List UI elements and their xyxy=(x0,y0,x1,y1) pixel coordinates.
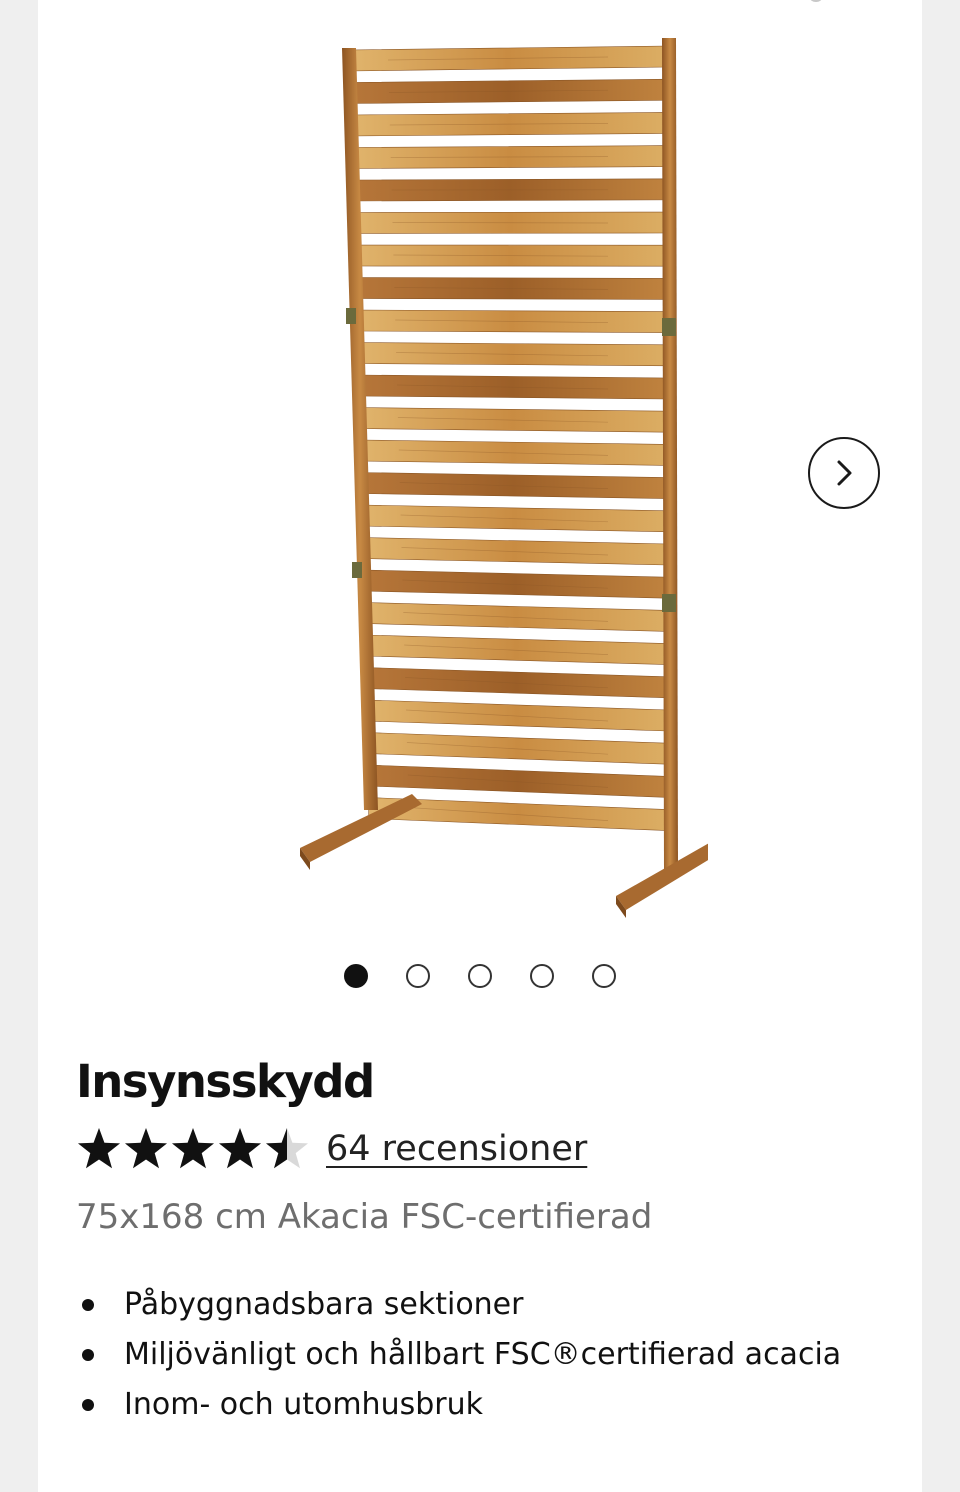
gallery-pagination xyxy=(38,964,922,990)
product-image xyxy=(300,38,708,918)
feature-list: Påbyggnadsbara sektioner Miljövänligt och… xyxy=(76,1280,896,1430)
pagination-dot[interactable] xyxy=(344,964,368,988)
screen-slats xyxy=(347,45,669,831)
wood-slat xyxy=(366,732,669,765)
pagination-dot[interactable] xyxy=(592,964,616,988)
pagination-dot[interactable] xyxy=(468,964,492,988)
star-icon xyxy=(219,1128,261,1169)
wood-slat xyxy=(361,537,669,566)
product-title: Insynsskydd xyxy=(76,1055,375,1108)
rating-row: 64 recensioner xyxy=(76,1118,896,1180)
rating-stars xyxy=(76,1126,310,1172)
chevron-right-icon xyxy=(837,460,852,486)
wood-slat xyxy=(365,699,669,732)
star-icon xyxy=(266,1128,308,1169)
feature-item: Miljövänligt och hållbart FSC®certifiera… xyxy=(76,1330,896,1380)
pagination-dot[interactable] xyxy=(530,964,554,988)
pagination-dot[interactable] xyxy=(406,964,430,988)
star-icon xyxy=(78,1128,120,1169)
wood-slat xyxy=(362,569,669,599)
product-card: Insynsskydd 64 recensioner 75x168 cm Aka… xyxy=(38,0,922,1492)
wood-slat xyxy=(364,667,669,699)
wood-slat xyxy=(363,634,669,665)
next-image-button[interactable] xyxy=(808,437,880,509)
product-subtitle: 75x168 cm Akacia FSC-certifierad xyxy=(76,1197,653,1237)
image-gallery[interactable] xyxy=(38,0,922,1010)
product-info: Insynsskydd 64 recensioner 75x168 cm Aka… xyxy=(76,1050,896,1430)
wood-slat xyxy=(367,764,669,798)
feature-item: Inom- och utomhusbruk xyxy=(76,1380,896,1430)
star-icon xyxy=(172,1128,214,1169)
reviews-link[interactable]: 64 recensioner xyxy=(326,1129,587,1169)
wood-slat xyxy=(363,602,669,632)
star-icon xyxy=(125,1128,167,1169)
right-post xyxy=(662,38,678,870)
feature-item: Påbyggnadsbara sektioner xyxy=(76,1280,896,1330)
left-foot xyxy=(300,794,422,862)
right-foot xyxy=(616,843,708,910)
